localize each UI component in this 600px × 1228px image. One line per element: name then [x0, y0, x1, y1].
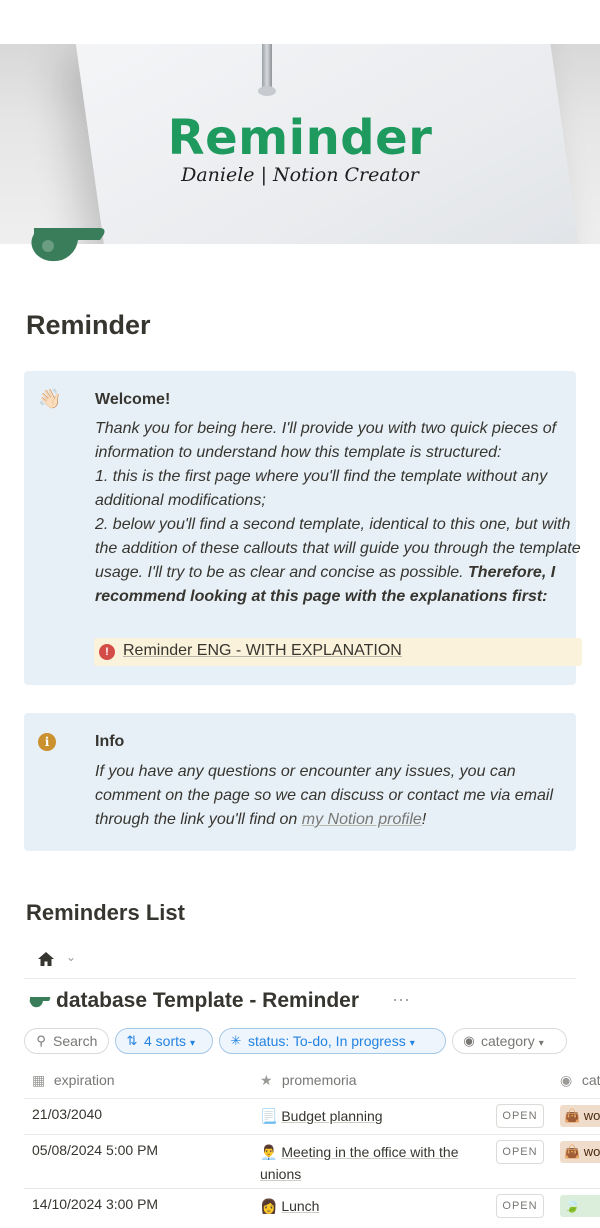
open-button[interactable]: OPEN [496, 1140, 544, 1164]
callout-welcome: 👋🏻 Welcome! Thank you for being here. I'… [24, 371, 582, 685]
search-button[interactable]: ⚲ Search [24, 1028, 109, 1054]
page-title: Reminder [26, 310, 151, 340]
expiration-date: 21/03/2040 [32, 1106, 103, 1122]
table-header: ▦ expiration ★ promemoria ◉ cat [24, 1066, 600, 1099]
section-heading: Reminders List [26, 900, 185, 925]
top-bar [0, 0, 600, 44]
callout-info: i Info If you have any questions or enco… [24, 713, 576, 851]
sort-label: 4 sorts [144, 1033, 187, 1049]
explanation-page-link[interactable]: ! Reminder ENG - WITH EXPLANATION [94, 638, 582, 666]
callout-text-1: Thank you for being here. I'll provide y… [95, 420, 557, 461]
alert-icon: ! [99, 644, 115, 660]
category-tag: 👜 wo [560, 1141, 600, 1163]
link-label[interactable]: Reminder ENG - WITH EXPLANATION [123, 642, 402, 660]
category-filter-label: category [481, 1033, 535, 1049]
page-icon: 👨‍💼 [260, 1144, 278, 1160]
callout-title: Welcome! [95, 391, 171, 408]
waving-hand-icon: 👋🏻 [38, 389, 62, 410]
star-icon: ★ [260, 1072, 273, 1088]
whistle-icon [29, 997, 51, 1008]
database-name[interactable]: database Template - Reminder [56, 989, 359, 1013]
expiration-date: 14/10/2024 3:00 PM [32, 1196, 159, 1212]
cover-subtitle: Daniele | Notion Creator [181, 164, 419, 186]
reminder-name[interactable]: Meeting in the office with the unions [260, 1144, 459, 1182]
loading-icon: ✳ [230, 1033, 242, 1048]
column-label: promemoria [281, 1072, 357, 1088]
select-icon: ◉ [560, 1072, 573, 1088]
table-row[interactable]: 21/03/2040 📃 Budget planning OPEN 👜 wo [24, 1098, 600, 1135]
calendar-icon: ▦ [32, 1072, 46, 1088]
sort-icon: ⇅ [126, 1033, 138, 1048]
page-icon: 📃 [260, 1108, 278, 1124]
column-promemoria[interactable]: ★ promemoria [260, 1072, 357, 1089]
page-icon: 👩 [260, 1198, 278, 1214]
sort-button[interactable]: ⇅ 4 sorts ▾ [115, 1028, 213, 1054]
info-icon: i [38, 733, 60, 755]
chevron-down-icon: ▾ [190, 1038, 196, 1049]
chevron-down-icon[interactable]: ⌄ [66, 950, 76, 964]
whistle-icon[interactable] [26, 214, 108, 266]
reminder-name[interactable]: Lunch [281, 1198, 319, 1214]
reminder-title[interactable]: 👨‍💼 Meeting in the office with the union… [260, 1141, 490, 1185]
open-button[interactable]: OPEN [496, 1104, 544, 1128]
search-label: Search [53, 1033, 98, 1049]
column-expiration[interactable]: ▦ expiration [32, 1072, 115, 1089]
callout-text-2: 1. this is the first page where you'll f… [95, 468, 548, 509]
table-row[interactable]: 14/10/2024 3:00 PM 👩 Lunch OPEN 🍃 [24, 1188, 600, 1228]
expiration-date: 05/08/2024 5:00 PM [32, 1142, 159, 1158]
callout-title: Info [95, 733, 125, 750]
pin-head [258, 86, 276, 96]
callout-body: If you have any questions or encounter a… [95, 760, 581, 832]
reminder-title[interactable]: 👩 Lunch [260, 1195, 490, 1217]
category-filter[interactable]: ◉ category ▾ [452, 1028, 567, 1054]
callout-body: Thank you for being here. I'll provide y… [95, 417, 581, 609]
chevron-down-icon: ▾ [409, 1038, 415, 1049]
chevron-down-icon: ▾ [538, 1038, 544, 1049]
select-icon: ◉ [463, 1033, 475, 1048]
home-icon[interactable] [36, 949, 56, 969]
more-options-icon[interactable]: ··· [392, 989, 410, 1010]
column-label: expiration [53, 1072, 115, 1088]
open-button[interactable]: OPEN [496, 1194, 544, 1218]
reminder-title[interactable]: 📃 Budget planning [260, 1105, 490, 1127]
cover-title: Reminder [167, 110, 433, 166]
notion-profile-link[interactable]: my Notion profile [302, 811, 422, 828]
view-tabs: ⌄ [24, 940, 576, 979]
table-row[interactable]: 05/08/2024 5:00 PM 👨‍💼 Meeting in the of… [24, 1134, 600, 1189]
status-filter-label: status: To-do, In progress [248, 1033, 406, 1049]
search-icon: ⚲ [36, 1033, 46, 1048]
column-label: cat [581, 1072, 600, 1088]
status-filter[interactable]: ✳ status: To-do, In progress ▾ [219, 1028, 446, 1054]
column-category[interactable]: ◉ cat [560, 1072, 600, 1089]
category-tag: 👜 wo [560, 1105, 600, 1127]
callout-text-end: ! [421, 811, 427, 828]
reminder-name[interactable]: Budget planning [281, 1108, 382, 1124]
category-tag: 🍃 [560, 1195, 600, 1217]
